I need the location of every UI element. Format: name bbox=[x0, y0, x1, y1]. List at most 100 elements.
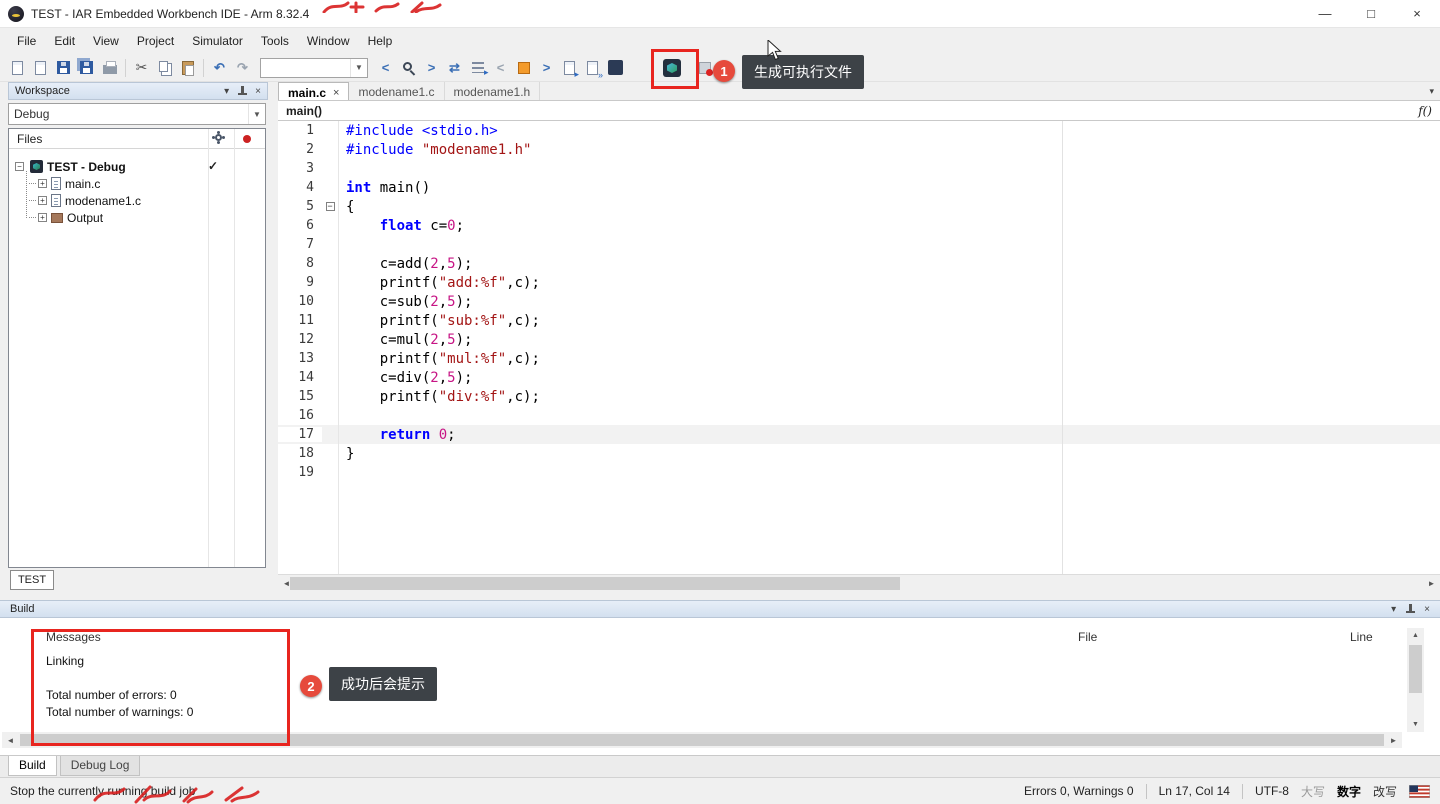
compile-button[interactable] bbox=[558, 56, 581, 80]
function-list-icon[interactable]: f() bbox=[1418, 104, 1432, 118]
menu-tools[interactable]: Tools bbox=[252, 30, 298, 52]
code-line[interactable]: 6 float c=0; bbox=[278, 216, 1440, 235]
vscroll-thumb[interactable] bbox=[1409, 645, 1422, 693]
scroll-down-icon[interactable]: ▼ bbox=[1407, 717, 1424, 732]
new-file-button[interactable] bbox=[6, 56, 29, 80]
code-line[interactable]: 13 printf("mul:%f",c); bbox=[278, 349, 1440, 368]
expand-icon[interactable]: + bbox=[38, 213, 47, 222]
collapse-icon[interactable]: − bbox=[15, 162, 24, 171]
code-line[interactable]: 19 bbox=[278, 463, 1440, 482]
tab-modename1-c[interactable]: modename1.c bbox=[349, 82, 445, 100]
tab-build[interactable]: Build bbox=[8, 756, 57, 776]
panel-dropdown-icon[interactable]: ▾ bbox=[224, 86, 229, 97]
panel-close-icon[interactable]: × bbox=[1424, 604, 1430, 615]
next-bookmark-button[interactable]: > bbox=[535, 56, 558, 80]
code-line[interactable]: 9 printf("add:%f",c); bbox=[278, 273, 1440, 292]
panel-dropdown-icon[interactable]: ▾ bbox=[1391, 604, 1396, 615]
workspace-tab-test[interactable]: TEST bbox=[10, 570, 54, 590]
code-line[interactable]: 2 #include "modename1.h" bbox=[278, 140, 1440, 159]
fold-marker-icon[interactable]: − bbox=[325, 202, 335, 211]
code-line[interactable]: 8 c=add(2,5); bbox=[278, 254, 1440, 273]
annotation-tooltip-1: 生成可执行文件 bbox=[742, 55, 864, 89]
cut-button[interactable]: ✂ bbox=[130, 56, 153, 80]
code-line[interactable]: 1 #include <stdio.h> bbox=[278, 121, 1440, 140]
config-dropdown-icon[interactable]: ▼ bbox=[248, 104, 265, 124]
code-line[interactable]: 4 int main() bbox=[278, 178, 1440, 197]
scroll-right-icon[interactable]: ► bbox=[1385, 732, 1402, 749]
copy-button[interactable] bbox=[153, 56, 176, 80]
code-line[interactable]: 14 c=div(2,5); bbox=[278, 368, 1440, 387]
save-all-button[interactable] bbox=[75, 56, 98, 80]
menu-simulator[interactable]: Simulator bbox=[183, 30, 252, 52]
menu-window[interactable]: Window bbox=[298, 30, 359, 52]
build-vscrollbar[interactable]: ▲ ▼ bbox=[1407, 628, 1424, 732]
code-line[interactable]: 16 bbox=[278, 406, 1440, 425]
find-button[interactable] bbox=[397, 56, 420, 80]
code-line[interactable]: 11 printf("sub:%f",c); bbox=[278, 311, 1440, 330]
gear-icon[interactable] bbox=[215, 134, 222, 141]
scroll-right-icon[interactable]: ► bbox=[1423, 575, 1440, 592]
goto-button[interactable] bbox=[466, 56, 489, 80]
language-flag-icon[interactable] bbox=[1409, 784, 1430, 798]
code-line[interactable]: 5− { bbox=[278, 197, 1440, 216]
nav-forward-button[interactable]: > bbox=[420, 56, 443, 80]
code-line[interactable]: 10 c=sub(2,5); bbox=[278, 292, 1440, 311]
code-line[interactable]: 7 bbox=[278, 235, 1440, 254]
menu-view[interactable]: View bbox=[84, 30, 128, 52]
project-node-button[interactable] bbox=[604, 56, 627, 80]
editor-hscrollbar[interactable]: ◄ ► bbox=[278, 574, 1440, 591]
code-line[interactable]: 17 return 0; bbox=[278, 425, 1440, 444]
tab-debug-log[interactable]: Debug Log bbox=[59, 756, 141, 776]
config-selector[interactable]: Debug ▼ bbox=[8, 103, 266, 125]
tab-close-icon[interactable]: × bbox=[333, 87, 339, 99]
maximize-button[interactable]: □ bbox=[1348, 0, 1394, 27]
fold-margin bbox=[322, 463, 338, 482]
expand-icon[interactable]: + bbox=[38, 179, 47, 188]
new-file-icon bbox=[12, 60, 23, 75]
compile-multiple-button[interactable] bbox=[581, 56, 604, 80]
code-line[interactable]: 15 printf("div:%f",c); bbox=[278, 387, 1440, 406]
menu-file[interactable]: File bbox=[8, 30, 45, 52]
menu-edit[interactable]: Edit bbox=[45, 30, 84, 52]
combo-dropdown-icon[interactable]: ▼ bbox=[350, 58, 367, 77]
panel-close-icon[interactable]: × bbox=[255, 86, 261, 97]
tree-item-label: modename1.c bbox=[65, 193, 142, 208]
annotation-box-make bbox=[651, 49, 699, 89]
paste-button[interactable] bbox=[176, 56, 199, 80]
code-text: printf("add:%f",c); bbox=[346, 274, 540, 291]
hscroll-thumb[interactable] bbox=[290, 577, 900, 590]
menu-help[interactable]: Help bbox=[359, 30, 402, 52]
undo-button[interactable]: ↶ bbox=[208, 56, 231, 80]
status-errors: Errors 0, Warnings 0 bbox=[1023, 784, 1134, 798]
close-button[interactable]: × bbox=[1394, 0, 1440, 27]
toggle-bookmark-button[interactable] bbox=[512, 56, 535, 80]
nav-back-button[interactable]: < bbox=[374, 56, 397, 80]
code-line[interactable]: 18} bbox=[278, 444, 1440, 463]
tab-main-c[interactable]: main.c × bbox=[278, 82, 350, 100]
tab-list-dropdown-icon[interactable]: ▾ bbox=[1429, 86, 1434, 97]
menu-project[interactable]: Project bbox=[128, 30, 183, 52]
expand-icon[interactable]: + bbox=[38, 196, 47, 205]
toolbar-separator bbox=[203, 58, 204, 77]
scroll-up-icon[interactable]: ▲ bbox=[1407, 628, 1424, 643]
code-editor[interactable]: 1 #include <stdio.h> 2 #include "modename1.… bbox=[278, 121, 1440, 574]
open-file-button[interactable] bbox=[29, 56, 52, 80]
print-button[interactable] bbox=[98, 56, 121, 80]
code-line[interactable]: 3 bbox=[278, 159, 1440, 178]
code-line[interactable]: 12 c=mul(2,5); bbox=[278, 330, 1440, 349]
replace-button[interactable]: ⇄ bbox=[443, 56, 466, 80]
scroll-left-icon[interactable]: ◄ bbox=[2, 732, 19, 749]
tree-item-modename1-c[interactable]: + modename1.c bbox=[23, 192, 265, 209]
search-combobox[interactable]: ▼ bbox=[260, 57, 368, 78]
pin-icon[interactable] bbox=[237, 86, 248, 96]
redo-button[interactable]: ↷ bbox=[231, 56, 254, 80]
prev-bookmark-button[interactable]: < bbox=[489, 56, 512, 80]
tree-item-output[interactable]: + Output bbox=[23, 209, 265, 226]
tree-item-main-c[interactable]: + main.c bbox=[23, 175, 265, 192]
tree-item-project[interactable]: − TEST - Debug ✓ bbox=[9, 158, 265, 175]
fold-margin bbox=[322, 406, 338, 425]
pin-icon[interactable] bbox=[1405, 604, 1416, 614]
tab-modename1-h[interactable]: modename1.h bbox=[445, 82, 541, 100]
save-button[interactable] bbox=[52, 56, 75, 80]
minimize-button[interactable]: — bbox=[1302, 0, 1348, 27]
